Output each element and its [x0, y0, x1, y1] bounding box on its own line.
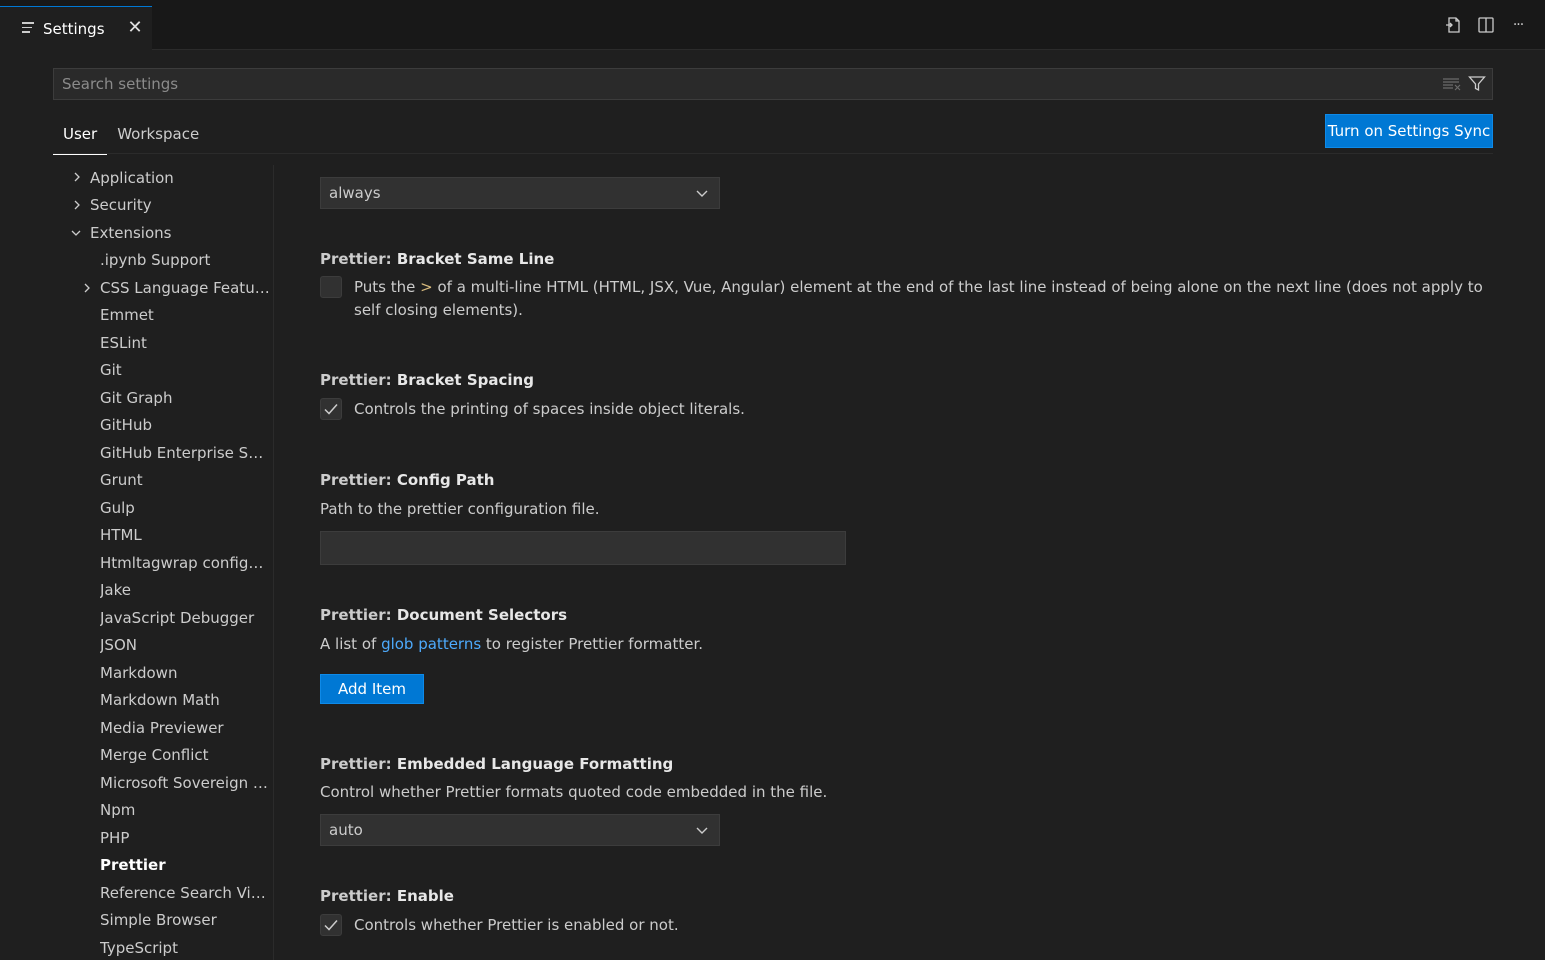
setting-description: A list of glob patterns to register Pret… [320, 635, 704, 653]
setting-title-bracket-same-line: Prettier: Bracket Same Line [320, 250, 554, 268]
editor-tab-bar: Settings ✕ ··· [0, 0, 1545, 50]
arrow-parens-select[interactable]: always [320, 177, 720, 209]
list-icon [22, 22, 34, 34]
toc-item-merge-conflict[interactable]: Merge Conflict [100, 742, 270, 769]
chevron-down-icon [696, 190, 708, 197]
toc-item-php[interactable]: PHP [100, 825, 270, 852]
setting-title-embedded-language: Prettier: Embedded Language Formatting [320, 755, 674, 773]
search-settings-box [53, 68, 1493, 100]
toc-item-emmet[interactable]: Emmet [100, 302, 270, 329]
setting-description: Control whether Prettier formats quoted … [320, 783, 828, 801]
setting-category: Prettier: [320, 250, 397, 268]
toc-item-jake[interactable]: Jake [100, 577, 270, 604]
setting-title-document-selectors: Prettier: Document Selectors [320, 606, 568, 624]
tab-workspace[interactable]: Workspace [107, 120, 209, 155]
select-value: always [329, 184, 381, 202]
select-value: auto [329, 821, 363, 839]
toc-item-eslint[interactable]: ESLint [100, 330, 270, 357]
toc-item-grunt[interactable]: Grunt [100, 467, 270, 494]
toc-item-git-graph[interactable]: Git Graph [100, 385, 270, 412]
clear-filter-icon[interactable] [1442, 77, 1462, 91]
toc-item-html[interactable]: HTML [100, 522, 270, 549]
enable-checkbox[interactable] [320, 914, 342, 936]
config-path-field [320, 531, 846, 565]
chevron-right-icon [74, 200, 80, 210]
check-icon [324, 404, 338, 415]
toc-item-npm[interactable]: Npm [100, 797, 270, 824]
check-icon [324, 920, 338, 931]
chevron-right-icon [84, 283, 90, 293]
turn-on-settings-sync-button[interactable]: Turn on Settings Sync [1325, 114, 1493, 148]
bracket-same-line-checkbox[interactable] [320, 276, 342, 298]
setting-description: Path to the prettier configuration file. [320, 500, 600, 518]
open-json-icon[interactable] [1445, 16, 1463, 34]
chevron-right-icon [74, 172, 80, 182]
editor-actions: ··· [1445, 16, 1527, 34]
toc-item-css-language-features[interactable]: CSS Language Features [100, 275, 270, 302]
add-item-button[interactable]: Add Item [320, 674, 424, 704]
chevron-down-icon [71, 230, 81, 236]
setting-description: Puts the > of a multi-line HTML (HTML, J… [354, 278, 1483, 319]
toc-item-typescript[interactable]: TypeScript [100, 935, 270, 960]
bracket-spacing-checkbox[interactable] [320, 398, 342, 420]
toc-item-simple-browser[interactable]: Simple Browser [100, 907, 270, 934]
settings-scope-tabs: User Workspace [53, 120, 209, 155]
glob-patterns-link[interactable]: glob patterns [381, 635, 481, 653]
toc-item-markdown[interactable]: Markdown [100, 660, 270, 687]
embedded-language-select[interactable]: auto [320, 814, 720, 846]
config-path-input[interactable] [321, 532, 845, 564]
toc-item-security[interactable]: Security [90, 192, 152, 219]
setting-title-enable: Prettier: Enable [320, 887, 454, 905]
setting-title-bracket-spacing: Prettier: Bracket Spacing [320, 371, 534, 389]
setting-description: Controls the printing of spaces inside o… [354, 400, 745, 418]
toc-item-git[interactable]: Git [100, 357, 270, 384]
search-input[interactable] [54, 69, 1434, 99]
setting-name: Bracket Same Line [396, 250, 555, 268]
close-icon[interactable]: ✕ [125, 17, 145, 38]
more-actions-icon[interactable]: ··· [1509, 16, 1527, 34]
setting-description: Controls whether Prettier is enabled or … [354, 916, 679, 934]
setting-title-config-path: Prettier: Config Path [320, 471, 495, 489]
toc-item-ipynb-support[interactable]: .ipynb Support [100, 247, 270, 274]
toc-item-htmltagwrap[interactable]: Htmltagwrap configur... [100, 550, 270, 577]
filter-icon[interactable] [1468, 75, 1486, 93]
split-editor-icon[interactable] [1477, 16, 1495, 34]
toc-item-microsoft-sovereign[interactable]: Microsoft Sovereign C... [100, 770, 270, 797]
tab-settings[interactable]: Settings ✕ [0, 6, 152, 50]
tab-user[interactable]: User [53, 120, 108, 155]
toc-item-prettier[interactable]: Prettier [100, 852, 270, 879]
toc-item-javascript-debugger[interactable]: JavaScript Debugger [100, 605, 270, 632]
toc-item-reference-search-view[interactable]: Reference Search View [100, 880, 270, 907]
toc-item-github-enterprise[interactable]: GitHub Enterprise Ser... [100, 440, 270, 467]
toc-item-json[interactable]: JSON [100, 632, 270, 659]
toc-item-application[interactable]: Application [90, 165, 174, 192]
toc-item-media-previewer[interactable]: Media Previewer [100, 715, 270, 742]
settings-toc: Application Security Extensions .ipynb S… [53, 165, 274, 960]
toc-item-github[interactable]: GitHub [100, 412, 270, 439]
chevron-down-icon [696, 827, 708, 834]
toc-item-extensions[interactable]: Extensions [90, 220, 171, 247]
toc-item-gulp[interactable]: Gulp [100, 495, 270, 522]
tab-title: Settings [43, 20, 105, 38]
toc-item-markdown-math[interactable]: Markdown Math [100, 687, 270, 714]
divider [53, 153, 1493, 154]
